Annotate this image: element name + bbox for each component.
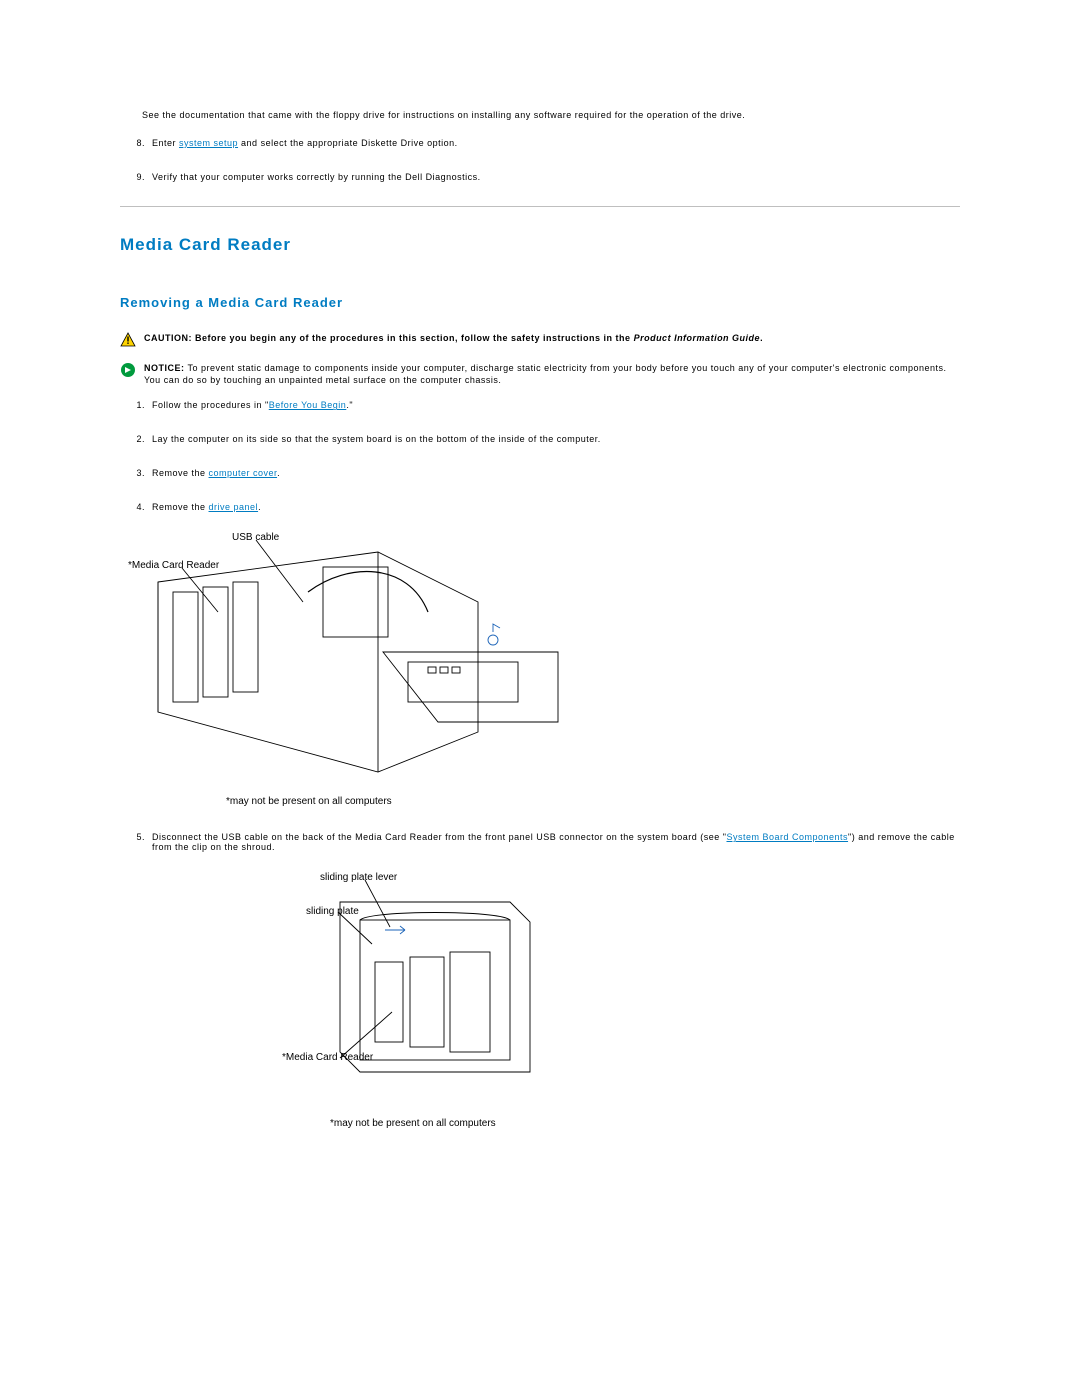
label-footnote-2: *may not be present on all computers xyxy=(330,1118,496,1129)
caution-icon xyxy=(120,332,136,348)
caution-body-b: . xyxy=(760,333,763,343)
proc-step-4: Remove the drive panel. xyxy=(148,502,960,512)
label-usb-cable: USB cable xyxy=(232,532,279,543)
caution-italic: Product Information Guide xyxy=(634,333,761,343)
caution-text: CAUTION: Before you begin any of the pro… xyxy=(144,332,763,344)
before-you-begin-link[interactable]: Before You Begin xyxy=(269,400,347,410)
procedure-steps-list: Follow the procedures in "Before You Beg… xyxy=(120,400,960,512)
label-media-card-reader-1: *Media Card Reader xyxy=(128,560,219,571)
notice-text: NOTICE: To prevent static damage to comp… xyxy=(144,362,960,386)
step-8: Enter system setup and select the approp… xyxy=(148,138,960,148)
notice-body: To prevent static damage to components i… xyxy=(144,363,947,385)
proc-step-5: Disconnect the USB cable on the back of … xyxy=(148,832,960,852)
diagram-2-svg xyxy=(210,872,550,1112)
step-9: Verify that your computer works correctl… xyxy=(148,172,960,182)
diagram-sliding-plate: sliding plate lever sliding plate *Media… xyxy=(210,872,550,1132)
top-steps-list: Enter system setup and select the approp… xyxy=(120,138,960,182)
label-sliding-plate-lever: sliding plate lever xyxy=(320,872,397,883)
label-media-card-reader-2: *Media Card Reader xyxy=(282,1052,373,1063)
caution-label: CAUTION: xyxy=(144,333,195,343)
proc-step-1-a: Follow the procedures in " xyxy=(152,400,269,410)
label-sliding-plate: sliding plate xyxy=(306,906,359,917)
proc-step-5-a: Disconnect the USB cable on the back of … xyxy=(152,832,726,842)
drive-panel-link[interactable]: drive panel xyxy=(209,502,259,512)
sub-heading-removing: Removing a Media Card Reader xyxy=(120,295,960,310)
diagram-media-card-reader-open: USB cable *Media Card Reader *may not be… xyxy=(128,532,568,812)
step-8-text-b: and select the appropriate Diskette Driv… xyxy=(238,138,458,148)
notice-label: NOTICE: xyxy=(144,363,188,373)
system-board-components-link[interactable]: System Board Components xyxy=(726,832,848,842)
notice-icon xyxy=(120,362,136,378)
proc-step-4-b: . xyxy=(258,502,261,512)
section-divider xyxy=(120,206,960,207)
system-setup-link[interactable]: system setup xyxy=(179,138,238,148)
diagram-1-svg xyxy=(128,532,568,792)
caution-body-a: Before you begin any of the procedures i… xyxy=(195,333,634,343)
proc-step-3-b: . xyxy=(277,468,280,478)
proc-step-1: Follow the procedures in "Before You Beg… xyxy=(148,400,960,410)
step-8-text-a: Enter xyxy=(152,138,179,148)
procedure-steps-list-2: Disconnect the USB cable on the back of … xyxy=(120,832,960,852)
intro-text: See the documentation that came with the… xyxy=(142,110,960,120)
proc-step-1-b: ." xyxy=(346,400,353,410)
proc-step-3: Remove the computer cover. xyxy=(148,468,960,478)
section-heading-media-card-reader: Media Card Reader xyxy=(120,235,960,255)
caution-callout: CAUTION: Before you begin any of the pro… xyxy=(120,332,960,348)
computer-cover-link[interactable]: computer cover xyxy=(209,468,278,478)
proc-step-4-a: Remove the xyxy=(152,502,209,512)
proc-step-2: Lay the computer on its side so that the… xyxy=(148,434,960,444)
proc-step-3-a: Remove the xyxy=(152,468,209,478)
label-footnote-1: *may not be present on all computers xyxy=(226,796,392,807)
notice-callout: NOTICE: To prevent static damage to comp… xyxy=(120,362,960,386)
